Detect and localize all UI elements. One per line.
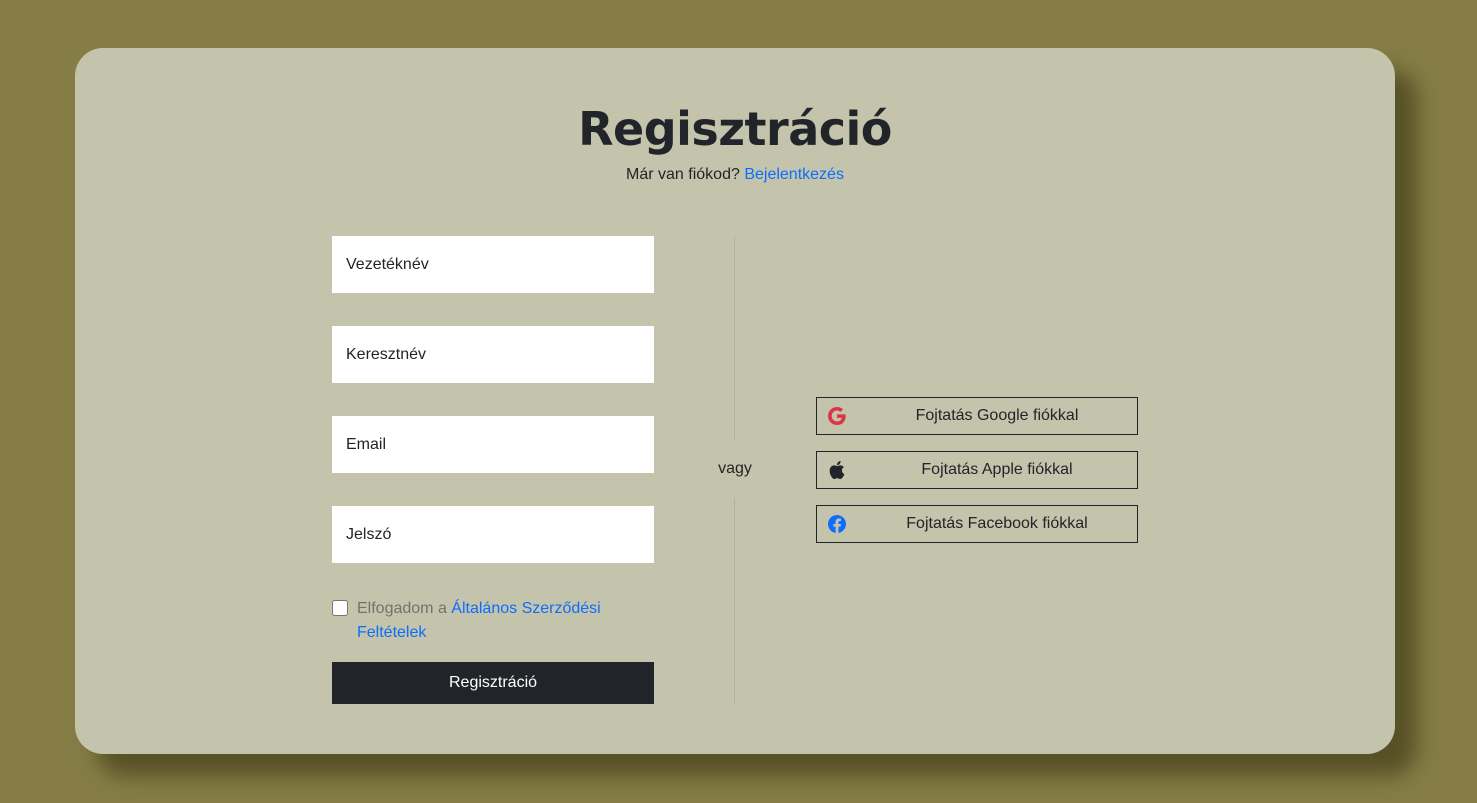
divider-label: vagy [718, 460, 752, 477]
facebook-signin-label: Fojtatás Facebook fiókkal [906, 515, 1088, 532]
password-input[interactable] [332, 506, 654, 563]
terms-row: Elfogadom a Általános Szerződési Feltéte… [332, 597, 654, 647]
last-name-input[interactable] [332, 236, 654, 293]
facebook-signin-button[interactable]: Fojtatás Facebook fiókkal [816, 505, 1138, 543]
apple-signin-button[interactable]: Fojtatás Apple fiókkal [816, 451, 1138, 489]
google-signin-label: Fojtatás Google fiókkal [915, 407, 1079, 424]
email-input[interactable] [332, 416, 654, 473]
login-link[interactable]: Bejelentkezés [744, 166, 844, 183]
login-prompt: Már van fiókod? Bejelentkezés [75, 166, 1395, 184]
terms-label: Elfogadom a Általános Szerződési Feltéte… [357, 597, 647, 645]
first-name-input[interactable] [332, 326, 654, 383]
apple-icon [829, 461, 845, 479]
google-signin-button[interactable]: Fojtatás Google fiókkal [816, 397, 1138, 435]
divider-line-top [734, 236, 735, 441]
terms-prefix: Elfogadom a [357, 600, 447, 617]
facebook-icon [828, 515, 846, 533]
divider-line-bottom [734, 498, 735, 704]
page-title: Regisztráció [578, 102, 892, 156]
apple-signin-label: Fojtatás Apple fiókkal [921, 461, 1073, 478]
google-icon [828, 407, 846, 425]
login-prompt-text: Már van fiókod? [626, 166, 740, 183]
terms-checkbox[interactable] [332, 600, 348, 616]
registration-card: Regisztráció Már van fiókod? Bejelentkez… [75, 48, 1395, 754]
register-button[interactable]: Regisztráció [332, 662, 654, 704]
